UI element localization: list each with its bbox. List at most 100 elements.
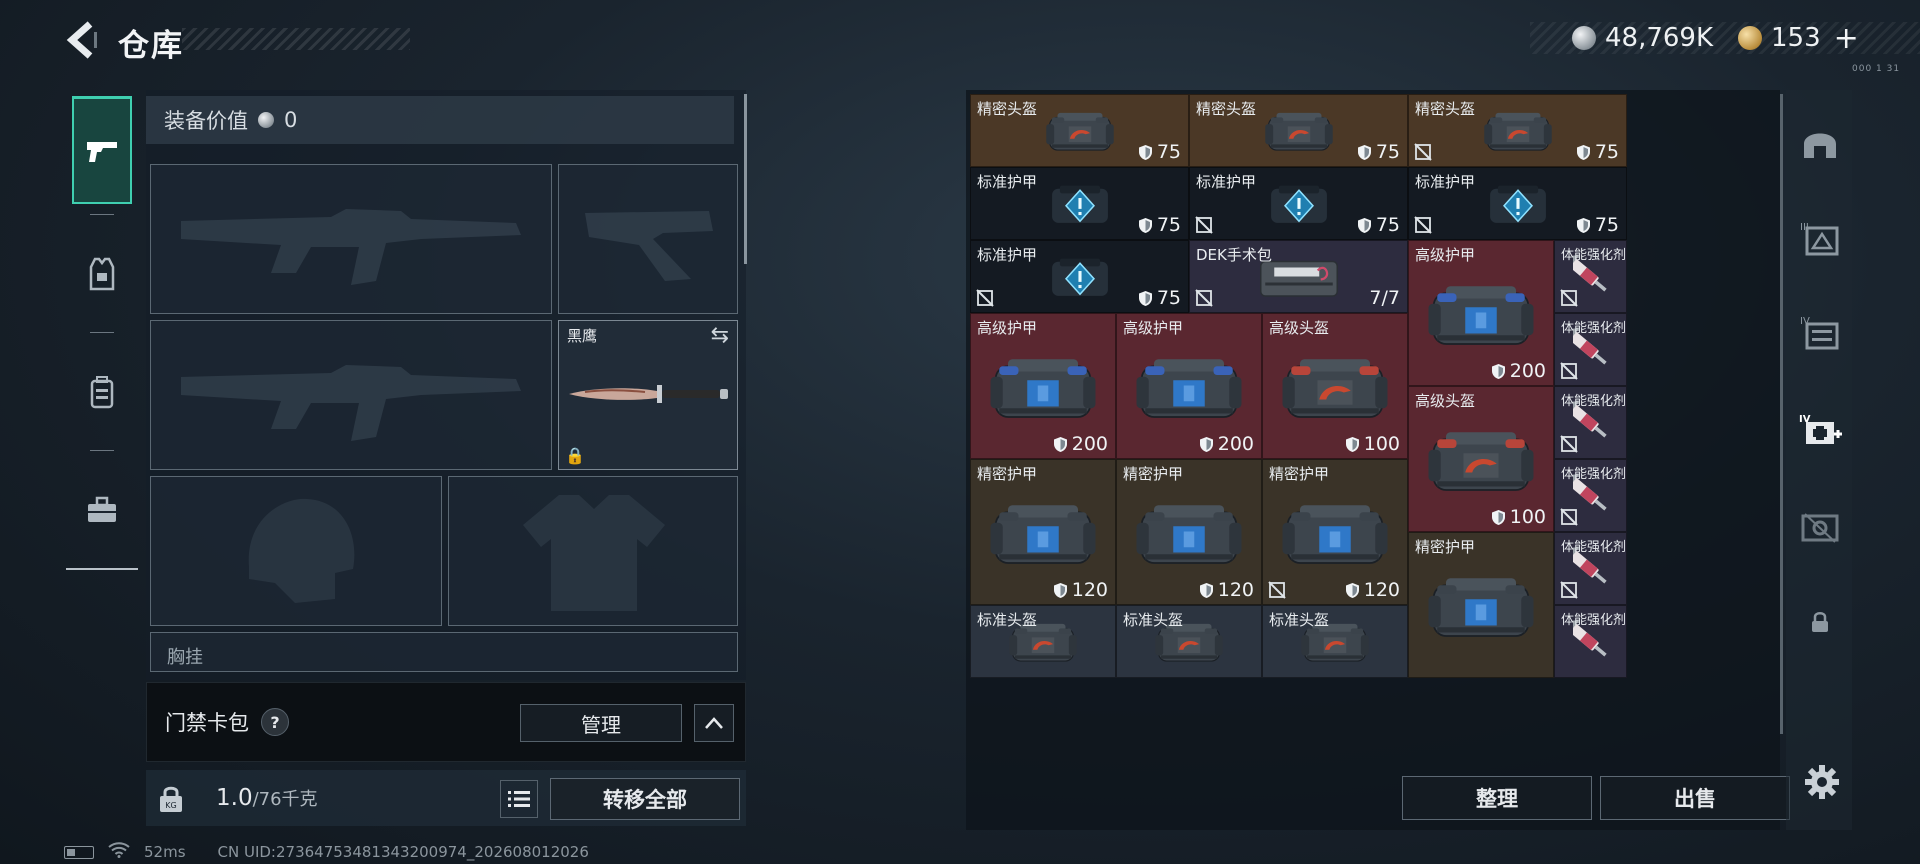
body-armor-slot[interactable]	[448, 476, 738, 626]
stash-item[interactable]: 体能强化剂	[1554, 240, 1627, 313]
item-durability: 7/7	[1369, 287, 1400, 309]
swap-icon[interactable]: ⇆	[711, 323, 729, 348]
stash-item[interactable]: 标准头盔	[970, 605, 1116, 678]
not-insured-icon	[1560, 435, 1578, 453]
shield-icon	[1491, 363, 1505, 379]
helmet-slot[interactable]	[150, 476, 442, 626]
stash-item[interactable]: 精密头盔 75	[970, 94, 1189, 167]
loadout-scrollbar[interactable]	[744, 94, 747, 264]
stash-item[interactable]: 高级头盔 100	[1262, 313, 1408, 459]
gear-bag-icon	[1282, 359, 1388, 418]
stash-item[interactable]: 体能强化剂	[1554, 313, 1627, 386]
settings-button[interactable]	[1798, 758, 1846, 806]
stash-item[interactable]: 体能强化剂	[1554, 386, 1627, 459]
item-name: 体能强化剂	[1561, 394, 1627, 409]
gear-bag-icon	[1136, 359, 1242, 418]
category-backpack[interactable]	[72, 344, 132, 440]
item-durability: 75	[1576, 214, 1619, 236]
stash-item[interactable]: 标准护甲 75	[970, 240, 1189, 313]
primary-weapon-slot-2[interactable]	[150, 320, 552, 470]
item-name: 高级护甲	[977, 319, 1038, 337]
stash-item[interactable]: 高级护甲 200	[1116, 313, 1262, 459]
stash-item[interactable]: 标准护甲 75	[970, 167, 1189, 240]
ping-text: 52ms	[144, 843, 186, 861]
gear-bag-icon	[1136, 505, 1242, 564]
item-name: 体能强化剂	[1561, 613, 1627, 628]
item-name: 高级头盔	[1415, 392, 1476, 410]
tab-tier-three[interactable]: III	[1794, 212, 1846, 264]
shield-icon	[1345, 436, 1359, 452]
stash-grid: 精密头盔 75 精密头盔 75 精密头盔 75 标准护甲 75 标准护甲 75 标准护甲 75 标准护甲…	[970, 94, 1778, 766]
weight-lock-icon: KG	[160, 786, 182, 812]
alert-bag-icon	[1489, 185, 1546, 223]
item-name: 体能强化剂	[1561, 248, 1627, 263]
stash-tab-column	[1786, 90, 1852, 830]
chest-rig-slot[interactable]: 胸挂	[150, 632, 738, 672]
tab-tier-five[interactable]	[1794, 500, 1846, 552]
tab-locked[interactable]	[1794, 596, 1846, 648]
melee-slot[interactable]: 黑鹰 ⇆ 🔒	[558, 320, 738, 470]
weight-lock-button[interactable]: KG	[152, 780, 190, 818]
shield-icon	[1053, 436, 1067, 452]
item-value: 100	[1509, 506, 1546, 528]
stash-item[interactable]: 标准护甲 75	[1189, 167, 1408, 240]
collapse-button[interactable]	[694, 704, 734, 742]
category-armor[interactable]	[72, 226, 132, 322]
stash-item[interactable]: DEK手术包 7/7	[1189, 240, 1408, 313]
item-name: 体能强化剂	[1561, 321, 1627, 336]
uid-text: CN UID:27364753481343200974_202608012026	[217, 843, 589, 861]
stash-item[interactable]: 标准护甲 75	[1408, 167, 1627, 240]
primary-weapon-slot-1[interactable]	[150, 164, 552, 314]
stash-item[interactable]: 体能强化剂	[1554, 605, 1627, 678]
gold-amount: 153	[1771, 23, 1821, 53]
gear-bag-icon	[1428, 432, 1534, 491]
stash-item[interactable]: 精密护甲 120	[1262, 459, 1408, 605]
stash-item[interactable]: 精密头盔 75	[1189, 94, 1408, 167]
transfer-all-button[interactable]: 转移全部	[550, 778, 740, 820]
tab-tier-four[interactable]: IV	[1794, 306, 1846, 358]
stash-item[interactable]: 标准头盔	[1262, 605, 1408, 678]
sell-button[interactable]: 出售	[1600, 776, 1790, 820]
stash-item[interactable]: 标准头盔	[1116, 605, 1262, 678]
silver-amount: 48,769K	[1605, 23, 1714, 53]
category-weapons[interactable]	[72, 96, 132, 204]
shield-icon	[1138, 217, 1152, 233]
melee-name: 黑鹰	[567, 327, 598, 345]
stash-item[interactable]: 精密护甲	[1408, 532, 1554, 678]
add-currency-button[interactable]: +	[1834, 21, 1859, 56]
help-icon[interactable]: ?	[261, 708, 289, 736]
tab-helmets[interactable]	[1794, 118, 1846, 170]
rifle-silhouette-icon	[181, 365, 521, 441]
list-view-button[interactable]	[500, 780, 538, 818]
pistol-slot[interactable]	[558, 164, 738, 314]
tier-four-plus-tab-icon: IV	[1799, 414, 1842, 444]
shield-icon	[1357, 217, 1371, 233]
gold-currency: 153 +	[1738, 20, 1859, 56]
equipment-value-bar: 装备价值 0	[146, 96, 734, 144]
item-durability: 75	[1138, 141, 1181, 163]
stash-item[interactable]: 精密头盔 75	[1408, 94, 1627, 167]
stash-item[interactable]: 高级护甲 200	[1408, 240, 1554, 386]
gear-bag-icon	[990, 505, 1096, 564]
category-toolbox[interactable]	[72, 462, 132, 558]
item-durability: 75	[1576, 141, 1619, 163]
back-button[interactable]	[64, 20, 100, 60]
item-name: 标准护甲	[1196, 173, 1257, 191]
sort-button[interactable]: 整理	[1402, 776, 1592, 820]
item-durability: 120	[1199, 579, 1254, 601]
tab-tier-four-plus[interactable]: IV	[1794, 404, 1846, 456]
manage-button[interactable]: 管理	[520, 704, 682, 742]
stash-item[interactable]: 高级护甲 200	[970, 313, 1116, 459]
battery-icon	[64, 845, 94, 859]
item-name: 精密护甲	[1123, 465, 1184, 483]
stash-scrollbar[interactable]	[1780, 94, 1783, 734]
stash-item[interactable]: 高级头盔 100	[1408, 386, 1554, 532]
stash-item[interactable]: 精密护甲 120	[1116, 459, 1262, 605]
item-value: 75	[1156, 287, 1181, 309]
stash-item[interactable]: 体能强化剂	[1554, 532, 1627, 605]
item-name: 标准护甲	[977, 246, 1038, 264]
stash-item[interactable]: 精密护甲 120	[970, 459, 1116, 605]
stash-item[interactable]: 体能强化剂	[1554, 459, 1627, 532]
shield-icon	[1199, 436, 1213, 452]
gear-bag-icon	[1045, 112, 1114, 151]
